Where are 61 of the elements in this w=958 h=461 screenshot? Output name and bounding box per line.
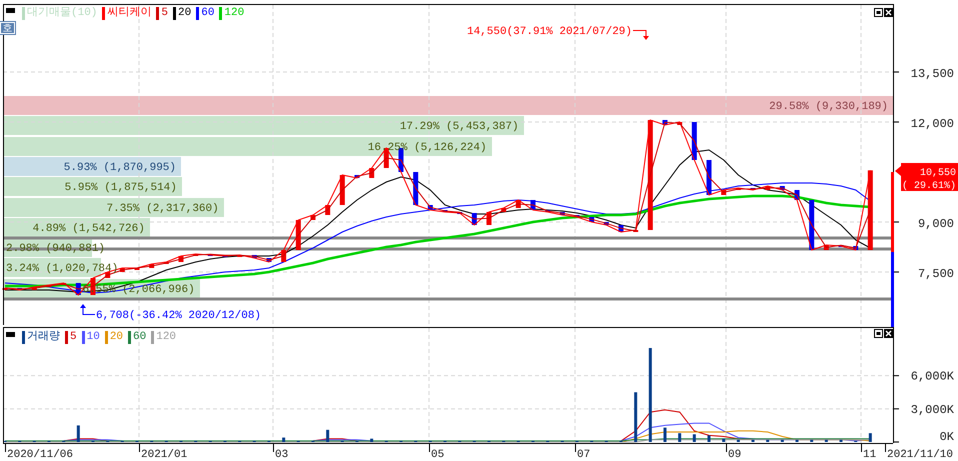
volume-bar [722, 438, 726, 442]
price-change: ( 29.61%) [902, 181, 956, 192]
maximize-icon[interactable] [874, 329, 883, 338]
date-label: 09 [728, 449, 742, 461]
date-label: 11 [863, 449, 876, 461]
maximize-icon[interactable] [874, 8, 883, 17]
legend-item: 20 [104, 331, 124, 344]
volume-profile-label: 3.24% (1,020,784) [5, 263, 120, 276]
legend-item: 대기매물(10) [22, 7, 98, 20]
axis-label: 0K [940, 430, 954, 443]
volume-profile-label: 5.93% (1,870,995) [62, 162, 177, 175]
axis-label: 3,000K [910, 402, 954, 417]
volume-profile-label: 5.95% (1,875,514) [64, 182, 178, 196]
volume-bar [634, 392, 638, 442]
axis-label: 12,000 [910, 117, 954, 131]
date-label: 05 [431, 449, 444, 461]
legend-item: 60 [196, 7, 214, 20]
volume-bar [868, 433, 872, 442]
axis-label: 13,500 [910, 67, 954, 81]
panel-handle-icon[interactable] [6, 332, 15, 337]
legend-item: 120 [151, 331, 176, 344]
close-icon[interactable] [884, 8, 893, 17]
legend-item: 5 [156, 7, 168, 20]
volume-profile-label: 7.35% (2,317,360) [106, 202, 220, 216]
volume-profile-label: 29.58% (9,330,189) [768, 101, 889, 114]
date-label: 2020/11/06 [7, 449, 74, 461]
legend-item: 20 [173, 7, 192, 20]
legend-item: 5 [65, 331, 77, 344]
high-annotation: 14,550(37.91% 2021/07/29) [466, 26, 632, 38]
volume-bar [678, 433, 682, 442]
date-label: 2021/11/10 [887, 449, 954, 461]
legend-item: 씨티케이 [102, 7, 152, 20]
close-icon[interactable] [884, 329, 893, 338]
mode-button[interactable]: 호 [0, 22, 15, 34]
price-badge [901, 163, 958, 191]
current-price: 10,550 [920, 168, 956, 179]
volume-profile-label: 17.29% (5,453,387) [398, 121, 520, 134]
leader-line [80, 304, 96, 315]
legend-item: 거래량 [22, 331, 60, 344]
volume-profile-label: 16.25% (5,126,224) [366, 142, 488, 155]
axis-label: 6,000K [910, 370, 954, 384]
legend-item: 120 [219, 7, 244, 20]
volume-bar [664, 428, 666, 442]
date-label: 07 [577, 449, 590, 461]
leader-line [632, 30, 649, 40]
volume-bar [708, 435, 710, 442]
date-label: 2021/01 [141, 449, 188, 461]
panel-handle-icon[interactable] [6, 8, 15, 13]
axis-label: 7,500 [918, 267, 954, 281]
volume-bar [692, 434, 696, 442]
date-label: 03 [275, 449, 288, 461]
legend-item: 60 [128, 331, 146, 344]
volume-bar [326, 430, 330, 442]
volume-profile-label: 4.89% (1,542,726) [32, 222, 146, 236]
volume-bar [282, 438, 286, 442]
low-annotation: 6,708(-36.42% 2020/12/08) [96, 310, 262, 322]
axis-label: 9,000 [918, 217, 954, 231]
legend-item: 10 [82, 331, 100, 344]
volume-bar [370, 438, 374, 442]
volume-bar [76, 425, 80, 442]
price-pointer-icon [895, 166, 901, 176]
